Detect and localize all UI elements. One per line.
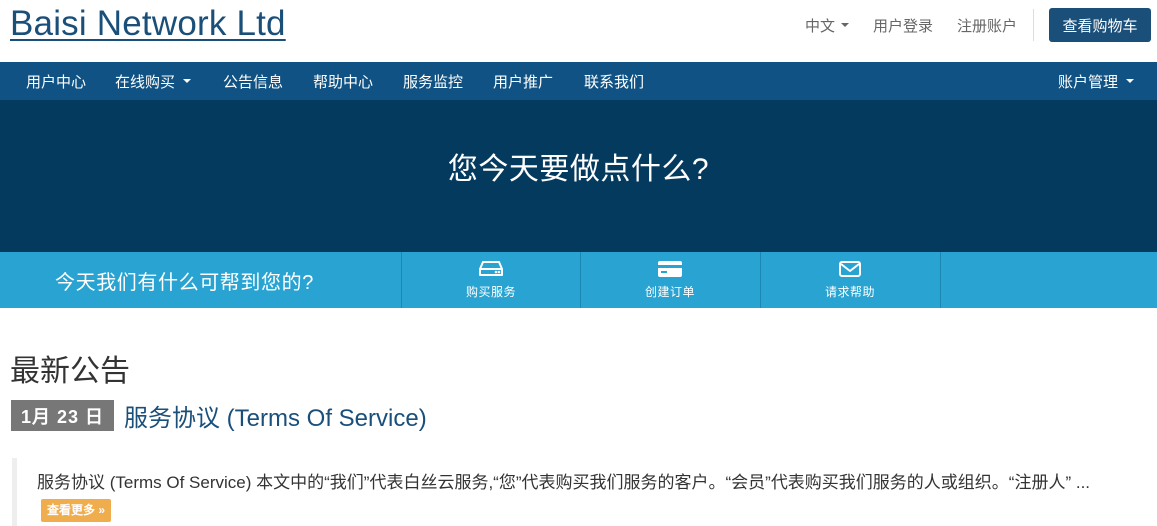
read-more-button[interactable]: 查看更多 » — [41, 499, 112, 522]
nav-item-label: 联系我们 — [584, 73, 645, 91]
nav-item-label: 帮助中心 — [313, 73, 374, 91]
help-bar: 今天我们有什么可帮到您的? 购买服务 创建订单 请求帮助 — [0, 252, 1157, 308]
nav-item-help-center[interactable]: 帮助中心 — [313, 62, 373, 100]
date-badge: 1月 23 日 — [11, 400, 114, 431]
help-question: 今天我们有什么可帮到您的? — [55, 271, 314, 294]
create-order-button[interactable]: 创建订单 — [580, 252, 760, 308]
nav-item-label: 用户推广 — [493, 73, 554, 91]
language-selector[interactable]: 中文 — [805, 15, 849, 36]
view-cart-button[interactable]: 查看购物车 — [1049, 8, 1151, 42]
main-navbar: 用户中心 在线购买 公告信息 帮助中心 服务监控 用户推广 联系我们 账户管理 — [0, 62, 1157, 100]
caret-down-icon — [183, 79, 192, 83]
buy-service-label: 购买服务 — [465, 284, 516, 299]
section-title: 最新公告 — [10, 355, 130, 388]
nav-item-announcements[interactable]: 公告信息 — [223, 62, 283, 100]
header-divider — [1033, 9, 1034, 41]
site-logo[interactable]: Baisi Network Ltd — [10, 4, 286, 44]
caret-down-icon — [840, 23, 849, 27]
announcement-excerpt: 服务协议 (Terms Of Service) 本文中的“我们”代表白丝云服务,… — [37, 473, 1091, 492]
nav-item-account[interactable]: 账户管理 — [1058, 62, 1135, 100]
nav-item-user-center[interactable]: 用户中心 — [26, 62, 86, 100]
hero-banner: 您今天要做点什么? — [0, 100, 1157, 252]
credit-card-icon — [658, 260, 682, 277]
language-label: 中文 — [804, 17, 835, 35]
request-help-button[interactable]: 请求帮助 — [760, 252, 940, 308]
login-link[interactable]: 用户登录 — [873, 15, 933, 36]
hero-title: 您今天要做点什么? — [447, 153, 710, 186]
request-help-label: 请求帮助 — [824, 284, 875, 299]
announcement-excerpt-box: 服务协议 (Terms Of Service) 本文中的“我们”代表白丝云服务,… — [12, 458, 1152, 526]
nav-item-label: 用户中心 — [26, 73, 87, 91]
nav-item-label: 在线购买 — [115, 73, 176, 91]
nav-item-affiliates[interactable]: 用户推广 — [493, 62, 553, 100]
nav-item-label: 服务监控 — [403, 73, 464, 91]
site-header: Baisi Network Ltd 中文 用户登录 注册账户 查看购物车 — [0, 0, 1157, 62]
announcement-title[interactable]: 服务协议 (Terms Of Service) — [124, 398, 427, 433]
register-link[interactable]: 注册账户 — [957, 15, 1017, 36]
nav-item-contact[interactable]: 联系我们 — [584, 62, 644, 100]
buy-service-button[interactable]: 购买服务 — [401, 252, 581, 308]
create-order-label: 创建订单 — [644, 284, 695, 299]
nav-item-label: 公告信息 — [223, 73, 284, 91]
nav-item-service-monitor[interactable]: 服务监控 — [403, 62, 463, 100]
nav-item-label: 账户管理 — [1058, 73, 1119, 91]
server-icon — [479, 260, 503, 276]
caret-down-icon — [1126, 79, 1135, 83]
nav-item-online-purchase[interactable]: 在线购买 — [115, 62, 192, 100]
top-links: 中文 用户登录 注册账户 — [781, 15, 1017, 35]
envelope-icon — [839, 260, 861, 277]
help-bar-divider — [940, 252, 941, 308]
